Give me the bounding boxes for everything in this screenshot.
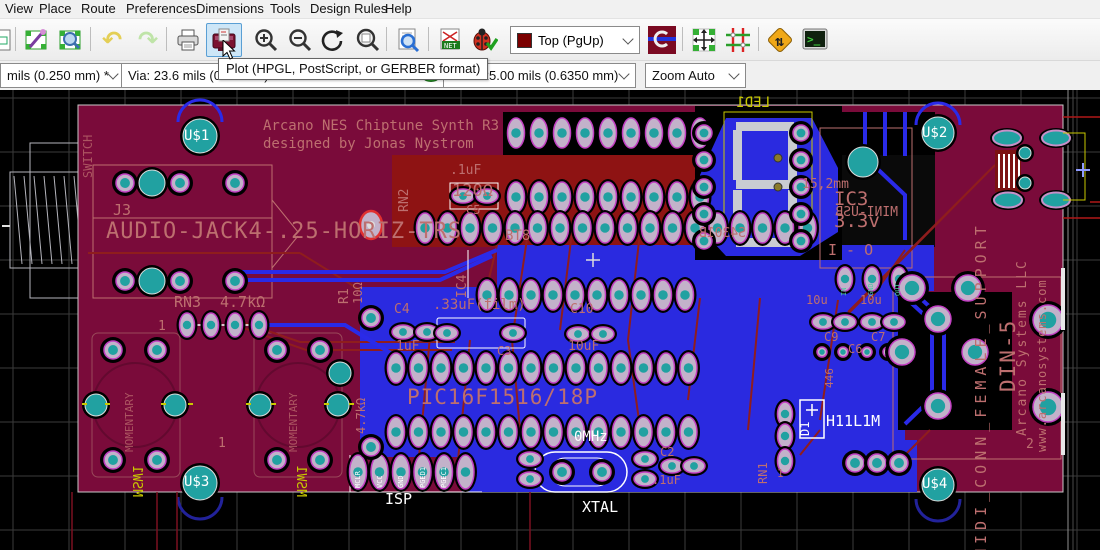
pcbnew-window: View Place Route Preferences Dimensions …	[0, 0, 1100, 550]
via-cursor-shape-icon[interactable]	[646, 24, 678, 56]
menu-preferences[interactable]: Preferences	[123, 0, 199, 18]
main-toolbar: ↶ ↷ NET Top	[0, 19, 1100, 61]
undo-icon[interactable]: ↶	[96, 24, 128, 56]
chevron-down-icon	[622, 33, 633, 44]
menu-design-rules[interactable]: Design Rules	[307, 0, 390, 18]
menu-help[interactable]: Help	[382, 0, 415, 18]
track-width-selector[interactable]: mils (0.250 mm) *	[0, 63, 125, 88]
chevron-down-icon	[618, 68, 629, 79]
footprint-editor-icon[interactable]	[21, 24, 53, 56]
swap-layer-icon[interactable]: ⇅	[764, 24, 796, 56]
netlist-icon[interactable]: NET	[434, 24, 466, 56]
pcb-canvas[interactable]	[0, 90, 1100, 550]
chevron-down-icon	[107, 68, 118, 79]
zoom-out-icon[interactable]	[284, 24, 316, 56]
menu-dimensions[interactable]: Dimensions	[193, 0, 267, 18]
menu-place[interactable]: Place	[36, 0, 75, 18]
zoom-fit-icon[interactable]	[351, 24, 383, 56]
zoom-in-icon[interactable]	[250, 24, 282, 56]
layer-selector[interactable]: Top (PgUp)	[510, 26, 640, 54]
zoom-selector[interactable]: Zoom Auto	[645, 63, 746, 88]
menu-route[interactable]: Route	[78, 0, 119, 18]
menu-bar: View Place Route Preferences Dimensions …	[0, 0, 1100, 19]
python-console-icon[interactable]: >_	[800, 24, 832, 56]
drag-track-icon[interactable]	[688, 24, 720, 56]
redo-icon[interactable]: ↷	[132, 24, 164, 56]
chevron-down-icon	[728, 68, 739, 79]
secondary-toolbar: mils (0.250 mm) * Via: 23.6 mils (0.60 m…	[0, 61, 1100, 91]
layer-selector-value: Top (PgUp)	[538, 33, 604, 48]
mouse-cursor	[222, 40, 238, 67]
layer-color-swatch	[517, 33, 532, 48]
grid-settings-icon[interactable]	[722, 24, 754, 56]
svg-text:⇅: ⇅	[775, 32, 784, 50]
menu-tools[interactable]: Tools	[267, 0, 303, 18]
footprint-viewer-icon[interactable]	[55, 24, 87, 56]
find-icon[interactable]	[392, 24, 424, 56]
plot-tooltip: Plot (HPGL, PostScript, or GERBER format…	[218, 58, 488, 80]
print-icon[interactable]	[172, 24, 204, 56]
menu-view[interactable]: View	[2, 0, 36, 18]
drc-ladybug-icon[interactable]	[468, 24, 500, 56]
redraw-icon[interactable]	[317, 24, 349, 56]
net-label: NET	[444, 42, 457, 50]
svg-text:>_: >_	[807, 33, 821, 46]
